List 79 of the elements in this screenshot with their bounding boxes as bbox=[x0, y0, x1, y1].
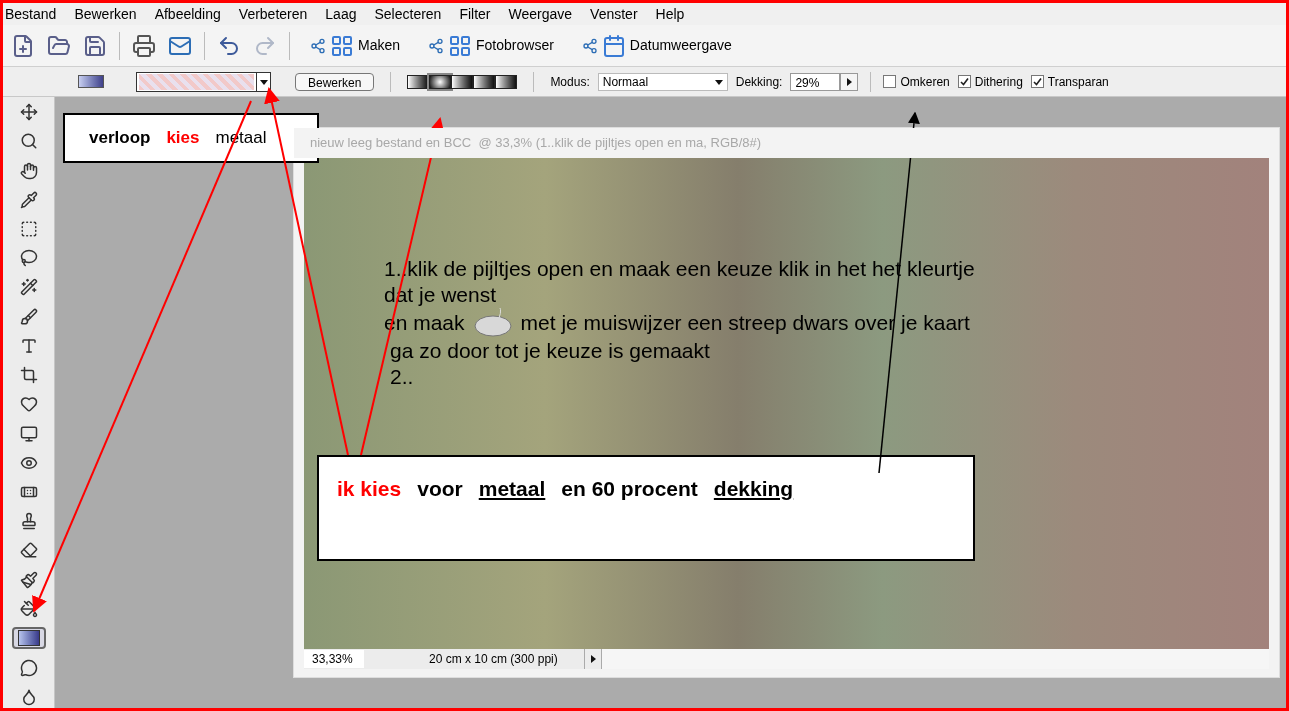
folder-icon[interactable] bbox=[47, 33, 71, 58]
mode-label: Modus: bbox=[550, 73, 590, 91]
type-icon bbox=[19, 336, 38, 355]
gradient-style-button[interactable] bbox=[407, 74, 430, 89]
menu-item[interactable]: Bestand bbox=[5, 3, 57, 25]
dropdown-arrow-button[interactable] bbox=[256, 72, 270, 91]
move-icon bbox=[19, 103, 38, 122]
toolbar-action-button[interactable]: Maken bbox=[302, 33, 409, 58]
annotation-text: dekking bbox=[713, 476, 794, 502]
menu-item[interactable]: Laag bbox=[325, 3, 357, 25]
paintbrush-icon bbox=[19, 570, 38, 589]
lasso-icon bbox=[19, 249, 38, 268]
checkbox-label: Dithering bbox=[974, 73, 1023, 91]
zoom-icon bbox=[19, 132, 38, 151]
stamp-icon bbox=[19, 512, 38, 531]
play-arrow-icon bbox=[845, 77, 854, 86]
gradient-style-button[interactable] bbox=[473, 74, 496, 89]
grid-icon bbox=[448, 33, 473, 58]
menu-item[interactable]: Weergave bbox=[508, 3, 573, 25]
calendar-icon bbox=[601, 33, 626, 58]
menu-item[interactable]: Help bbox=[655, 3, 685, 25]
toolbar-action-button[interactable]: Fotobrowser bbox=[420, 33, 562, 58]
caret-icon bbox=[714, 77, 723, 86]
eraser-icon bbox=[19, 541, 38, 560]
canvas-text: met je muiswijzer een streep dwars over je kaart bbox=[520, 310, 970, 336]
gradient-preview-icon bbox=[78, 75, 104, 88]
document-size: 20 cm x 10 cm (300 ppi) bbox=[428, 651, 559, 668]
zoom-value: 33,33% bbox=[304, 650, 364, 668]
monitor-icon bbox=[19, 424, 38, 443]
gradient-style-button[interactable] bbox=[495, 74, 518, 89]
annotation-text: metaal bbox=[478, 476, 546, 502]
gradient-picker[interactable] bbox=[136, 71, 271, 92]
annotation-text: kies bbox=[166, 127, 200, 150]
menu-item[interactable]: Bewerken bbox=[74, 3, 137, 25]
checkbox-label: Transparan bbox=[1047, 73, 1109, 91]
magic-wand-icon bbox=[19, 278, 38, 297]
mode-select[interactable]: Normaal bbox=[597, 72, 728, 91]
menu-item[interactable]: Venster bbox=[590, 3, 638, 25]
checkbox-label: Omkeren bbox=[900, 73, 950, 91]
checkbox[interactable] bbox=[883, 75, 897, 88]
paint-bucket-icon bbox=[19, 599, 38, 618]
tool-button[interactable] bbox=[11, 626, 46, 650]
annotation-text: verloop bbox=[89, 127, 151, 150]
crop-icon bbox=[19, 366, 38, 385]
brush-icon bbox=[19, 307, 38, 326]
eyedropper-icon bbox=[19, 190, 38, 209]
checkmark-icon bbox=[959, 77, 969, 86]
grid-icon bbox=[330, 33, 354, 58]
menu-item[interactable]: Verbeteren bbox=[238, 3, 308, 25]
opacity-label: Dekking: bbox=[735, 73, 783, 91]
hand-icon bbox=[19, 161, 38, 180]
gradient-style-button[interactable] bbox=[429, 74, 452, 89]
edit-button[interactable]: Bewerken bbox=[295, 72, 375, 91]
toolbar-action-button[interactable]: Datumweergave bbox=[573, 33, 740, 58]
opacity-field[interactable]: 29% bbox=[790, 72, 841, 91]
heart-icon bbox=[19, 395, 38, 414]
gradient-icon bbox=[17, 630, 40, 647]
annotation-text: voor bbox=[417, 476, 463, 502]
gradient-style-button[interactable] bbox=[451, 74, 474, 89]
menu-item[interactable]: Selecteren bbox=[374, 3, 442, 25]
play-arrow-icon bbox=[589, 655, 597, 663]
menu-item[interactable]: Afbeelding bbox=[154, 3, 221, 25]
printer-icon[interactable] bbox=[132, 33, 156, 58]
new-file-icon[interactable] bbox=[11, 33, 35, 58]
mouse-icon bbox=[472, 308, 513, 338]
checkmark-icon bbox=[1032, 77, 1042, 86]
annotation-text: ik kies bbox=[337, 476, 402, 502]
marquee-icon bbox=[19, 220, 38, 238]
slider-toggle-button[interactable] bbox=[840, 72, 859, 91]
canvas-text: ga zo door tot je keuze is gemaakt bbox=[389, 338, 711, 364]
save-icon[interactable] bbox=[83, 33, 107, 58]
menu-item[interactable]: Filter bbox=[459, 3, 491, 25]
canvas-text: 2.. bbox=[389, 364, 415, 390]
annotation-text: en 60 procent bbox=[561, 476, 698, 502]
checkbox[interactable] bbox=[957, 75, 971, 88]
speech-bubble-icon bbox=[19, 658, 38, 677]
caret-icon bbox=[259, 77, 268, 86]
document-title: nieuw leeg bestand en BCC @ 33,3% (1..klik de pijltjes open en ma, RGB/8#) bbox=[310, 134, 762, 153]
checkbox[interactable] bbox=[1030, 75, 1044, 88]
